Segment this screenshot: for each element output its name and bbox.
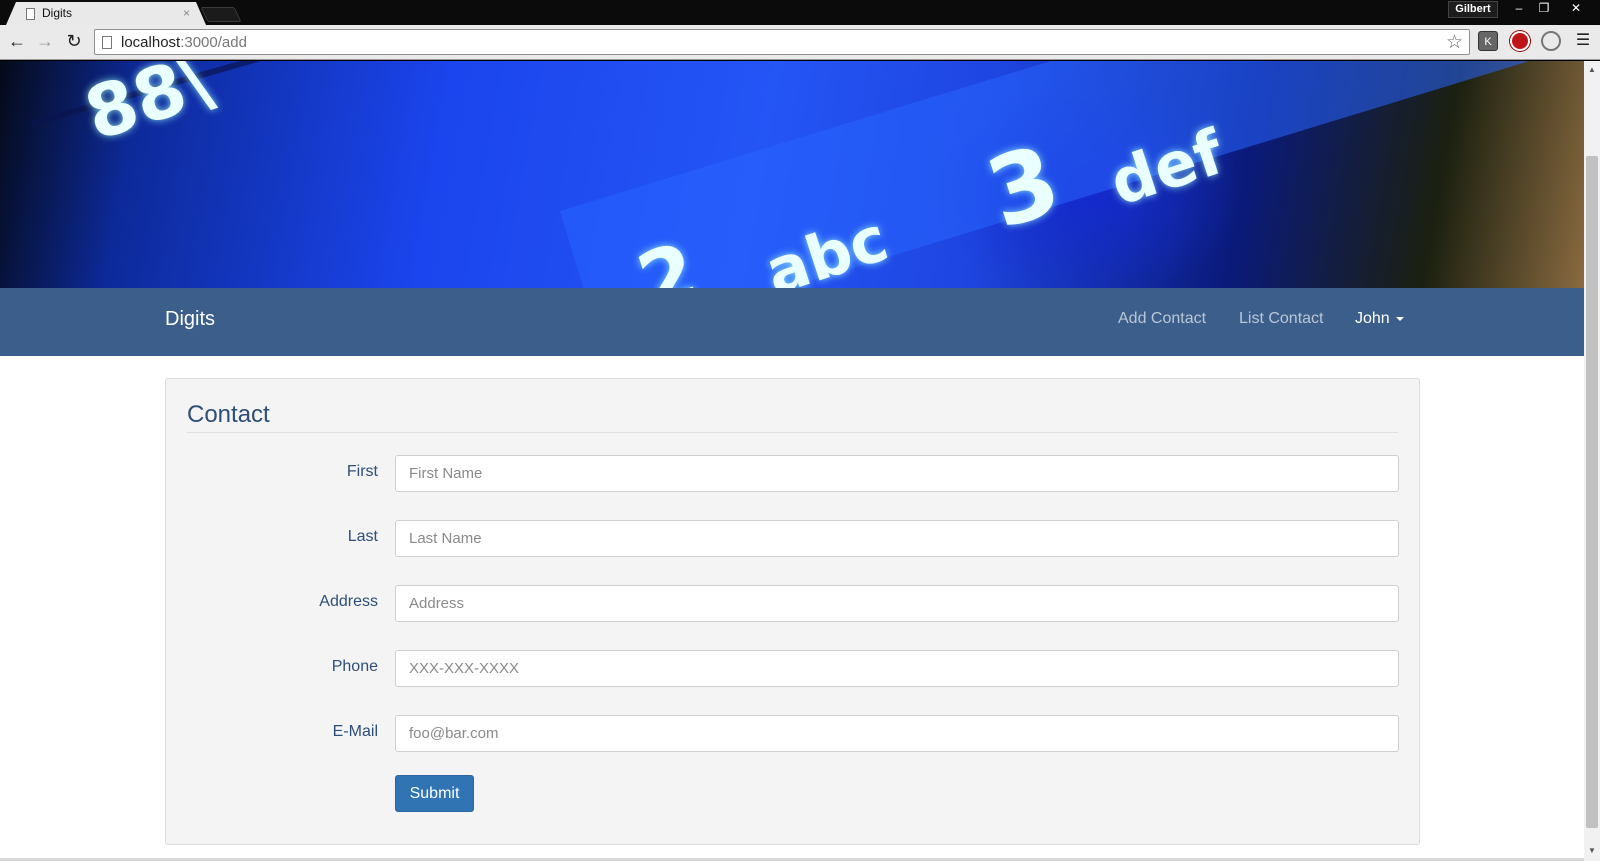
page-viewport: 88\ 2 abc 3 def Digits Add Contact List … [0,61,1584,861]
hero-digits-display: 88\ [75,61,222,157]
last-name-input[interactable] [395,520,1399,557]
extension-k-icon[interactable]: K [1478,31,1498,51]
form-row-email: E-Mail [166,715,1421,752]
forward-icon[interactable]: → [34,30,56,52]
tab-digits[interactable]: Digits × [6,2,206,25]
scrollbar-thumb[interactable] [1586,156,1598,828]
minimize-icon[interactable]: – [1507,1,1531,17]
first-label: First [346,463,378,480]
address-label: Address [319,593,378,610]
caret-down-icon [1395,316,1404,321]
restore-icon[interactable]: ❐ [1532,1,1556,17]
tab-title: Digits [42,6,73,20]
profile-button[interactable]: Gilbert [1448,1,1498,18]
submit-button[interactable]: Submit [395,775,474,812]
url-text[interactable]: localhost:3000/add [121,34,247,51]
menu-icon[interactable]: ☰ [1572,30,1594,52]
phone-label: Phone [331,658,378,675]
url-host: localhost [121,34,181,51]
user-name: John [1355,310,1390,327]
last-label: Last [347,528,378,545]
address-input[interactable] [395,585,1399,622]
address-bar[interactable]: localhost:3000/add ☆ [94,29,1470,55]
extension-sync-icon[interactable] [1541,31,1561,51]
brand-link[interactable]: Digits [165,308,215,331]
phone-input[interactable] [395,650,1399,687]
bookmark-star-icon[interactable]: ☆ [1446,31,1463,54]
new-tab-button[interactable] [200,7,242,22]
close-window-icon[interactable]: ✕ [1564,1,1588,17]
adblock-icon[interactable] [1510,31,1530,51]
user-dropdown[interactable]: John [1355,310,1404,328]
scroll-down-icon[interactable]: ▼ [1588,846,1596,855]
browser-toolbar: ← → ↻ localhost:3000/add ☆ K ☰ [0,25,1600,60]
page-icon [102,36,112,49]
site-navbar: Digits Add Contact List Contact John [0,288,1584,356]
form-row-last: Last [166,520,1421,557]
first-name-input[interactable] [395,455,1399,492]
email-input[interactable] [395,715,1399,752]
page-icon [26,8,35,20]
email-label: E-Mail [332,723,378,740]
tab-close-icon[interactable]: × [183,6,190,20]
form-title: Contact [187,401,1398,433]
tab-strip: Digits × Gilbert – ❐ ✕ [0,0,1600,25]
form-row-first: First [166,455,1421,492]
form-row-address: Address [166,585,1421,622]
hero-key-band [560,61,1584,288]
contact-form-panel: Contact First Last Address Phone E-Mail … [165,378,1420,845]
form-row-phone: Phone [166,650,1421,687]
nav-list-contact[interactable]: List Contact [1239,310,1323,328]
back-icon[interactable]: ← [6,30,28,52]
reload-icon[interactable]: ↻ [63,30,85,52]
url-path: :3000/add [180,34,247,51]
nav-add-contact[interactable]: Add Contact [1118,310,1206,328]
hero-banner-image: 88\ 2 abc 3 def [0,61,1584,288]
page-scrollbar[interactable]: ▲ ▼ [1584,61,1600,861]
scroll-up-icon[interactable]: ▲ [1588,65,1596,74]
